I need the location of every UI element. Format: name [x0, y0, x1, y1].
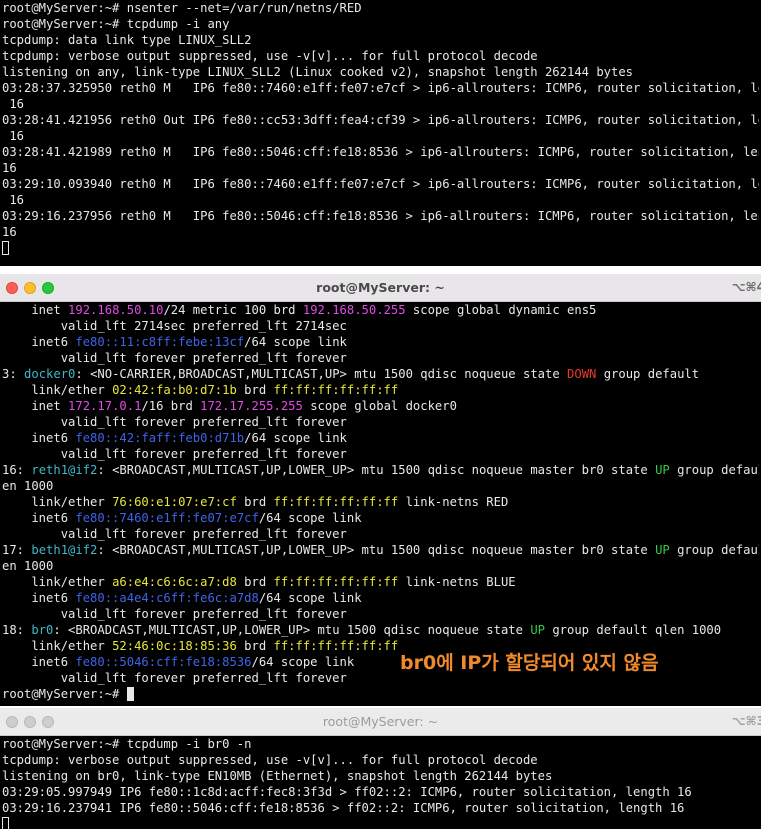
terminal-output: root@MyServer:~# nsenter --net=/var/run/… — [0, 0, 761, 256]
terminal-line: inet 172.17.0.1/16 brd 172.17.255.255 sc… — [2, 399, 457, 413]
mac-address: 02:42:fa:b0:d7:1b — [112, 383, 237, 397]
terminal-line: inet 192.168.50.10/24 metric 100 brd 192… — [2, 303, 597, 317]
window-shortcut: ⌥⌘4 — [731, 280, 761, 294]
terminal-line: inet6 fe80::11:c8ff:febe:13cf/64 scope l… — [2, 335, 347, 349]
terminal-cursor — [2, 241, 9, 255]
terminal-line: en 1000 — [2, 559, 54, 573]
window-gap — [0, 266, 761, 274]
terminal-line: link/ether 76:60:e1:07:e7:cf brd ff:ff:f… — [2, 495, 509, 509]
terminal-line: valid_lft 2714sec preferred_lft 2714sec — [2, 319, 347, 333]
mac-address: 76:60:e1:07:e7:cf — [112, 495, 237, 509]
broadcast-address: 172.17.255.255 — [200, 399, 303, 413]
broadcast-address: 192.168.50.255 — [302, 303, 406, 317]
terminal-line: tcpdump: data link type LINUX_SLL2 — [2, 33, 252, 47]
terminal-line: root@MyServer:~# nsenter --net=/var/run/… — [2, 1, 362, 15]
ip-address: 192.168.50.10 — [68, 303, 164, 317]
ipv6-address: fe80::a4e4:c6ff:fe6c:a7d8 — [75, 591, 259, 605]
ipv6-address: fe80::42:faff:feb0:d71b — [75, 431, 245, 445]
terminal-line: inet6 fe80::a4e4:c6ff:fe6c:a7d8/64 scope… — [2, 591, 362, 605]
terminal-line: inet6 fe80::42:faff:feb0:d71b/64 scope l… — [2, 431, 347, 445]
terminal-prompt-line[interactable]: root@MyServer:~# — [2, 686, 759, 702]
terminal-line: 16 — [2, 161, 17, 175]
terminal-line: valid_lft forever preferred_lft forever — [2, 351, 347, 365]
terminal-output: root@MyServer:~# tcpdump -i br0 -n tcpdu… — [0, 736, 761, 829]
annotation-callout: br0에 IP가 할당되어 있지 않음 — [400, 652, 659, 674]
window-title: root@MyServer: ~ — [322, 714, 439, 729]
mac-broadcast: ff:ff:ff:ff:ff:ff — [273, 639, 399, 653]
terminal-line: 03:28:41.421989 reth0 M IP6 fe80::5046:c… — [2, 145, 759, 159]
terminal-cursor — [126, 687, 134, 701]
terminal-line: 16: reth1@if2: <BROADCAST,MULTICAST,UP,L… — [2, 463, 759, 477]
terminal-cursor-line — [2, 816, 759, 829]
terminal-line: tcpdump: verbose output suppressed, use … — [2, 49, 538, 63]
terminal-line: 16 — [2, 97, 25, 111]
title-bar[interactable]: root@MyServer: ~ ⌥⌘4 — [0, 274, 761, 302]
state-down: DOWN — [567, 367, 597, 381]
terminal-line: 18: br0: <BROADCAST,MULTICAST,UP,LOWER_U… — [2, 623, 722, 637]
terminal-line: 16 — [2, 129, 25, 143]
state-up: UP — [655, 463, 670, 477]
terminal-line: 03:29:16.237956 reth0 M IP6 fe80::5046:c… — [2, 209, 759, 223]
terminal-line: valid_lft forever preferred_lft forever — [2, 607, 347, 621]
terminal-line: 16 — [2, 193, 25, 207]
terminal-line: 03:29:10.093940 reth0 M IP6 fe80::7460:e… — [2, 177, 759, 191]
terminal-line: valid_lft forever preferred_lft forever — [2, 415, 347, 429]
terminal-line: 03:29:05.997949 IP6 fe80::1c8d:acff:fec8… — [2, 785, 692, 799]
ipv6-address: fe80::11:c8ff:febe:13cf — [75, 335, 245, 349]
interface-name: beth1@if2 — [31, 543, 98, 557]
mac-address: 52:46:0c:18:85:36 — [112, 639, 237, 653]
terminal-line: link/ether 02:42:fa:b0:d7:1b brd ff:ff:f… — [2, 383, 399, 397]
state-up: UP — [655, 543, 670, 557]
terminal-line: 03:28:37.325950 reth0 M IP6 fe80::7460:e… — [2, 81, 759, 95]
interface-name: docker0 — [24, 367, 76, 381]
terminal-line: 17: beth1@if2: <BROADCAST,MULTICAST,UP,L… — [2, 543, 759, 557]
terminal-window-ip-addr[interactable]: root@MyServer: ~ ⌥⌘4 inet 192.168.50.10/… — [0, 274, 761, 706]
terminal-line: link/ether a6:e4:c6:6c:a7:d8 brd ff:ff:f… — [2, 575, 516, 589]
ip-address: 172.17.0.1 — [68, 399, 142, 413]
mac-broadcast: ff:ff:ff:ff:ff:ff — [273, 383, 399, 397]
terminal-line: 03:28:41.421956 reth0 Out IP6 fe80::cc53… — [2, 113, 759, 127]
mac-broadcast: ff:ff:ff:ff:ff:ff — [273, 575, 399, 589]
terminal-line: inet6 fe80::7460:e1ff:fe07:e7cf/64 scope… — [2, 511, 362, 525]
interface-name: reth1@if2 — [31, 463, 98, 477]
window-shortcut: ⌥⌘3 — [731, 714, 761, 728]
title-bar[interactable]: root@MyServer: ~ ⌥⌘3 — [0, 708, 761, 736]
mac-broadcast: ff:ff:ff:ff:ff:ff — [273, 495, 399, 509]
terminal-line: tcpdump: verbose output suppressed, use … — [2, 753, 538, 767]
terminal-output: inet 192.168.50.10/24 metric 100 brd 192… — [0, 302, 761, 702]
terminal-line: valid_lft forever preferred_lft forever — [2, 527, 347, 541]
terminal-window-netns[interactable]: root@MyServer:~# nsenter --net=/var/run/… — [0, 0, 761, 266]
terminal-line: listening on br0, link-type EN10MB (Ethe… — [2, 769, 553, 783]
interface-name: br0 — [31, 623, 54, 637]
window-title: root@MyServer: ~ — [316, 280, 445, 295]
mac-address: a6:e4:c6:6c:a7:d8 — [112, 575, 237, 589]
terminal-line: valid_lft forever preferred_lft forever — [2, 447, 347, 461]
terminal-window-tcpdump-br0[interactable]: root@MyServer: ~ ⌥⌘3 root@MyServer:~# tc… — [0, 708, 761, 829]
terminal-line: listening on any, link-type LINUX_SLL2 (… — [2, 65, 634, 79]
ipv6-address: fe80::5046:cff:fe18:8536 — [75, 655, 252, 669]
terminal-line: 16 — [2, 225, 17, 239]
terminal-line: root@MyServer:~# tcpdump -i br0 -n — [2, 737, 252, 751]
terminal-line: en 1000 — [2, 479, 54, 493]
terminal-line: 3: docker0: <NO-CARRIER,BROADCAST,MULTIC… — [2, 367, 700, 381]
terminal-line: root@MyServer:~# tcpdump -i any — [2, 17, 230, 31]
terminal-cursor-line — [2, 240, 759, 256]
state-up: UP — [530, 623, 545, 637]
shell-prompt: root@MyServer:~# — [2, 687, 127, 701]
terminal-line: 03:29:16.237941 IP6 fe80::5046:cff:fe18:… — [2, 801, 685, 815]
ipv6-address: fe80::7460:e1ff:fe07:e7cf — [75, 511, 259, 525]
terminal-cursor — [2, 817, 9, 829]
